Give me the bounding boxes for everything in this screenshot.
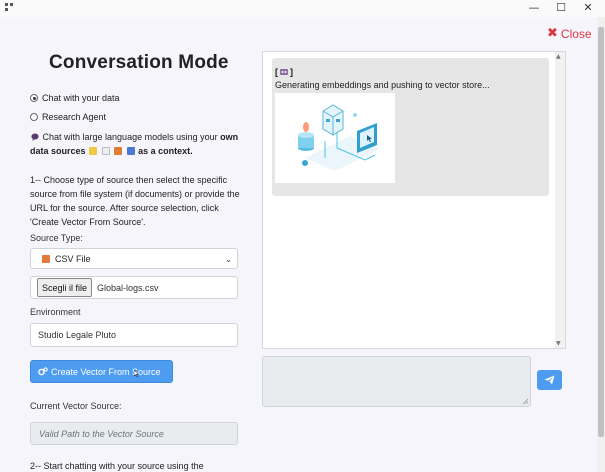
window-titlebar: — ☐ ✕ — [0, 0, 605, 17]
mode-option-label: Research Agent — [42, 112, 107, 122]
file-input[interactable]: Scegli il file Global-logs.csv — [30, 276, 238, 299]
environment-label: Environment — [30, 307, 81, 317]
window-close-button[interactable]: ✕ — [573, 0, 603, 17]
source-type-label: Source Type: — [30, 233, 83, 243]
mode-option-research[interactable]: Research Agent — [30, 112, 106, 122]
description-text: Chat with large language models using yo… — [42, 132, 218, 142]
mouse-cursor-icon — [134, 370, 139, 377]
mode-option-label: Chat with your data — [42, 93, 120, 103]
close-icon: ✖ — [547, 26, 558, 41]
document-icon — [101, 147, 110, 155]
speech-bubble-icon — [31, 133, 39, 141]
message-text: Generating embeddings and pushing to vec… — [275, 80, 490, 90]
file-name: Global-logs.csv — [97, 282, 159, 293]
chat-scrollbar[interactable]: ▲ ▼ — [555, 52, 565, 348]
chat-message: [ ] Generating embeddings and pushing to… — [272, 58, 549, 196]
scroll-up-icon[interactable]: ▲ — [556, 53, 561, 60]
chat-message-input[interactable] — [262, 356, 531, 407]
source-type-select[interactable]: CSV File ⌄ — [30, 248, 238, 269]
description-tail: as a context. — [138, 146, 193, 156]
choose-file-button[interactable]: Scegli il file — [37, 278, 93, 297]
page-title: Conversation Mode — [49, 52, 229, 73]
window-scrollbar[interactable] — [597, 17, 605, 472]
app-icon — [5, 3, 13, 11]
bracket-right: ] — [290, 67, 293, 77]
mode-description: Chat with large language models using yo… — [30, 130, 242, 158]
minimize-button[interactable]: — — [519, 0, 549, 17]
message-header: [ ] — [275, 67, 293, 77]
create-vector-label: Create Vector From Source — [51, 366, 161, 377]
create-vector-button[interactable]: Create Vector From Source — [30, 360, 173, 383]
resize-grip-icon[interactable] — [522, 398, 528, 404]
table-icon — [126, 147, 135, 155]
radio-checked-icon[interactable] — [30, 94, 38, 102]
scroll-down-icon[interactable]: ▼ — [556, 340, 561, 347]
folder-icon — [89, 147, 98, 155]
database-icon — [42, 254, 50, 263]
bracket-left: [ — [275, 67, 278, 77]
step1-instructions: 1-- Choose type of source then select th… — [30, 175, 240, 227]
vector-store-illustration — [275, 93, 395, 183]
radio-unchecked-icon[interactable] — [30, 113, 38, 121]
send-button[interactable] — [537, 370, 562, 390]
close-link[interactable]: ✖ Close — [547, 26, 592, 41]
environment-input[interactable]: Studio Legale Pluto — [30, 323, 238, 347]
paper-plane-icon — [544, 375, 555, 385]
mode-option-chat[interactable]: Chat with your data — [30, 93, 120, 103]
database-icon — [114, 147, 123, 155]
window-scrollbar-thumb[interactable] — [598, 27, 604, 437]
source-type-value: CSV File — [55, 253, 91, 264]
maximize-button[interactable]: ☐ — [546, 0, 576, 17]
close-label: Close — [560, 26, 592, 41]
chat-history-panel: [ ] Generating embeddings and pushing to… — [262, 51, 566, 349]
robot-icon — [280, 69, 288, 75]
step2-instructions: 2-- Start chatting with your source usin… — [30, 461, 204, 471]
gears-icon — [38, 367, 48, 376]
chevron-down-icon: ⌄ — [225, 255, 232, 264]
vector-source-label: Current Vector Source: — [30, 401, 122, 411]
vector-source-field: Valid Path to the Vector Source — [30, 422, 238, 445]
